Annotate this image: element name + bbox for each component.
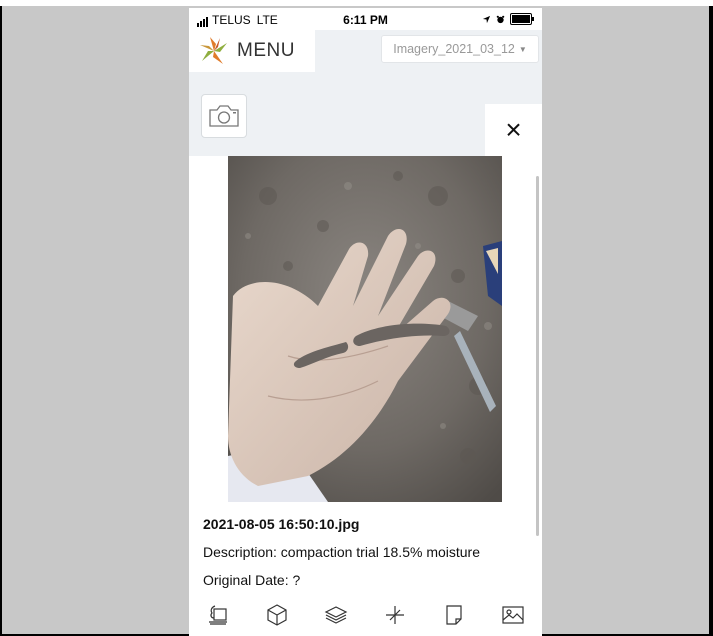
battery-icon — [510, 13, 534, 25]
camera-button[interactable] — [201, 94, 247, 138]
alarm-icon — [496, 15, 505, 23]
caret-down-icon: ▼ — [518, 44, 527, 54]
status-bar: TELUS LTE 6:11 PM — [189, 8, 542, 30]
notes-tool[interactable] — [441, 602, 467, 628]
app-area: MENU Imagery_2021_03_12 ▼ × 2021-08-05 1… — [189, 30, 542, 636]
note-icon — [446, 605, 462, 625]
camera-icon — [209, 105, 239, 127]
measure-tool[interactable] — [382, 602, 408, 628]
logo-icon — [200, 37, 227, 64]
crosshair-icon — [385, 606, 404, 624]
layers-tool[interactable] — [323, 602, 349, 628]
cube-icon — [267, 604, 287, 626]
location-arrow-icon — [482, 15, 491, 23]
imagery-dropdown[interactable]: Imagery_2021_03_12 ▼ — [381, 35, 539, 63]
close-button[interactable]: × — [485, 104, 542, 156]
3d-object-tool[interactable] — [264, 602, 290, 628]
soil-sample-icon — [209, 605, 228, 625]
menu-label: MENU — [237, 40, 295, 61]
image-icon — [501, 606, 524, 624]
photo-detail-panel: 2021-08-05 16:50:10.jpg Description: com… — [189, 156, 542, 594]
photo-original-date: Original Date: ? — [203, 572, 301, 588]
photo-file-name: 2021-08-05 16:50:10.jpg — [203, 516, 360, 532]
bottom-toolbar — [189, 594, 542, 636]
photo-image — [228, 156, 502, 502]
imagery-tool[interactable] — [500, 602, 526, 628]
menu-button[interactable]: MENU — [189, 30, 315, 72]
soil-sample-tool[interactable] — [205, 602, 231, 628]
photo-description: Description: compaction trial 18.5% mois… — [203, 544, 481, 560]
phone-screen: TELUS LTE 6:11 PM MENU Imagery_2021_03_1… — [189, 8, 542, 636]
panel-scrollbar[interactable] — [536, 176, 539, 536]
imagery-dropdown-value: Imagery_2021_03_12 — [393, 42, 515, 56]
frame-top-edge — [0, 0, 713, 6]
status-icons — [482, 13, 534, 25]
layers-icon — [324, 606, 348, 624]
soil-sample-photo — [228, 156, 502, 502]
close-icon: × — [505, 114, 522, 145]
